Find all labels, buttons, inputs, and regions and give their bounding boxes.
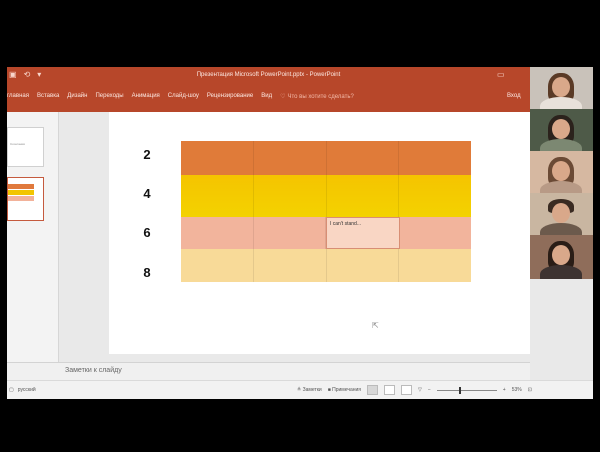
participants-column bbox=[530, 67, 593, 279]
letterbox-bottom bbox=[7, 399, 593, 445]
normal-view-button[interactable] bbox=[367, 385, 379, 395]
thumb-bar bbox=[8, 184, 34, 189]
language-indicator[interactable]: ▢ русский bbox=[9, 387, 36, 393]
fit-slide-icon[interactable]: ⊡ bbox=[528, 387, 532, 393]
tell-me-box[interactable]: ♡ Что вы хотите сделать? bbox=[280, 93, 354, 101]
table-cell[interactable] bbox=[254, 141, 327, 175]
title-bar: ▣ ⟲ ▾ Презентация Microsoft PowerPoint.p… bbox=[7, 67, 530, 84]
tell-me-text: Что вы хотите сделать? bbox=[287, 93, 354, 100]
spellcheck-icon: ▢ bbox=[9, 387, 14, 393]
revealed-cell[interactable]: I can't stand... bbox=[326, 217, 400, 249]
mouse-cursor-icon: ⇱ bbox=[372, 321, 379, 330]
window-title: Презентация Microsoft PowerPoint.pptx - … bbox=[196, 72, 341, 78]
zoom-slider[interactable] bbox=[436, 386, 497, 394]
thumb-bar bbox=[8, 196, 34, 201]
notes-placeholder: Заметки к слайду bbox=[65, 367, 122, 374]
participant-video[interactable] bbox=[530, 109, 593, 151]
tab-animations[interactable]: Анимация bbox=[132, 93, 160, 100]
table-cell[interactable] bbox=[181, 141, 254, 175]
zoom-level[interactable]: 53% bbox=[512, 387, 522, 393]
ribbon-display-icon[interactable]: ▭ bbox=[497, 70, 505, 79]
table-cell[interactable] bbox=[254, 249, 327, 282]
table-cell[interactable] bbox=[181, 249, 254, 282]
tab-design[interactable]: Дизайн bbox=[67, 93, 87, 100]
table-row[interactable] bbox=[181, 141, 471, 175]
row-label: 4 bbox=[143, 186, 151, 201]
tab-view[interactable]: Вид bbox=[261, 93, 272, 100]
participant-video[interactable] bbox=[530, 235, 593, 279]
letterbox-top bbox=[7, 7, 593, 67]
row-label: 2 bbox=[143, 147, 151, 162]
tab-slideshow[interactable]: Слайд-шоу bbox=[168, 93, 199, 100]
notes-pane[interactable]: Заметки к слайду bbox=[7, 362, 593, 380]
tab-home[interactable]: главная bbox=[7, 93, 29, 100]
ribbon: главная Вставка Дизайн Переходы Анимация… bbox=[7, 84, 530, 112]
table-cell[interactable] bbox=[399, 141, 471, 175]
table-cell[interactable] bbox=[181, 175, 254, 217]
slide-thumbnail-1[interactable]: Сочетания bbox=[7, 127, 44, 167]
tab-review[interactable]: Рецензирование bbox=[207, 93, 253, 100]
thumbnail-label: Сочетания bbox=[10, 142, 25, 146]
table-cell[interactable] bbox=[399, 175, 471, 217]
lightbulb-icon: ♡ bbox=[280, 94, 286, 100]
zoom-slider-knob[interactable] bbox=[458, 386, 461, 394]
table-row[interactable] bbox=[181, 249, 471, 282]
thumb-bar bbox=[8, 190, 34, 195]
language-label: русский bbox=[17, 387, 36, 393]
notes-button[interactable]: ≜ Заметки bbox=[297, 387, 322, 393]
table-cell[interactable] bbox=[399, 249, 471, 282]
work-area: Сочетания 2 4 6 8 I can't stand... ⇱ bbox=[7, 112, 543, 362]
notes-button-label: Заметки bbox=[302, 387, 322, 393]
table-row[interactable]: I can't stand... bbox=[181, 217, 471, 249]
table-cell[interactable] bbox=[327, 141, 400, 175]
participant-video[interactable] bbox=[530, 193, 593, 235]
participant-video[interactable] bbox=[530, 67, 593, 109]
row-label: 8 bbox=[143, 265, 151, 280]
table-cell[interactable] bbox=[327, 175, 400, 217]
tab-transitions[interactable]: Переходы bbox=[95, 93, 123, 100]
participant-video[interactable] bbox=[530, 151, 593, 193]
reading-view-button[interactable] bbox=[401, 385, 413, 395]
cell-text: I can't stand... bbox=[330, 221, 361, 227]
zoom-out-icon[interactable]: − bbox=[428, 387, 431, 393]
signin-link[interactable]: Вход bbox=[507, 93, 521, 99]
status-bar: ▢ русский ≜ Заметки ■ Примечания ▽ − + 5… bbox=[7, 380, 593, 399]
table-cell[interactable] bbox=[327, 249, 400, 282]
comments-button[interactable]: ■ Примечания bbox=[328, 387, 361, 393]
right-scroll-strip bbox=[530, 279, 593, 380]
comments-button-label: Примечания bbox=[332, 387, 362, 393]
table-row[interactable] bbox=[181, 175, 471, 217]
table-cell[interactable] bbox=[254, 217, 326, 249]
slide-thumbnail-2[interactable] bbox=[7, 177, 44, 221]
ribbon-tabs: главная Вставка Дизайн Переходы Анимация… bbox=[7, 93, 354, 100]
table-cell[interactable] bbox=[400, 217, 472, 249]
slideshow-icon[interactable]: ▽ bbox=[418, 387, 422, 393]
slide-canvas[interactable]: 2 4 6 8 I can't stand... ⇱ bbox=[109, 112, 543, 354]
video-frame: ▣ ⟲ ▾ Презентация Microsoft PowerPoint.p… bbox=[7, 7, 593, 445]
zoom-in-icon[interactable]: + bbox=[503, 387, 506, 393]
table-cell[interactable] bbox=[181, 217, 254, 249]
slide-thumbnail-pane: Сочетания bbox=[7, 112, 59, 362]
table-cell[interactable] bbox=[254, 175, 327, 217]
status-controls: ≜ Заметки ■ Примечания ▽ − + 53% ⊡ bbox=[297, 385, 532, 395]
row-label: 6 bbox=[143, 225, 151, 240]
tab-insert[interactable]: Вставка bbox=[37, 93, 59, 100]
slide-sorter-button[interactable] bbox=[384, 385, 396, 395]
